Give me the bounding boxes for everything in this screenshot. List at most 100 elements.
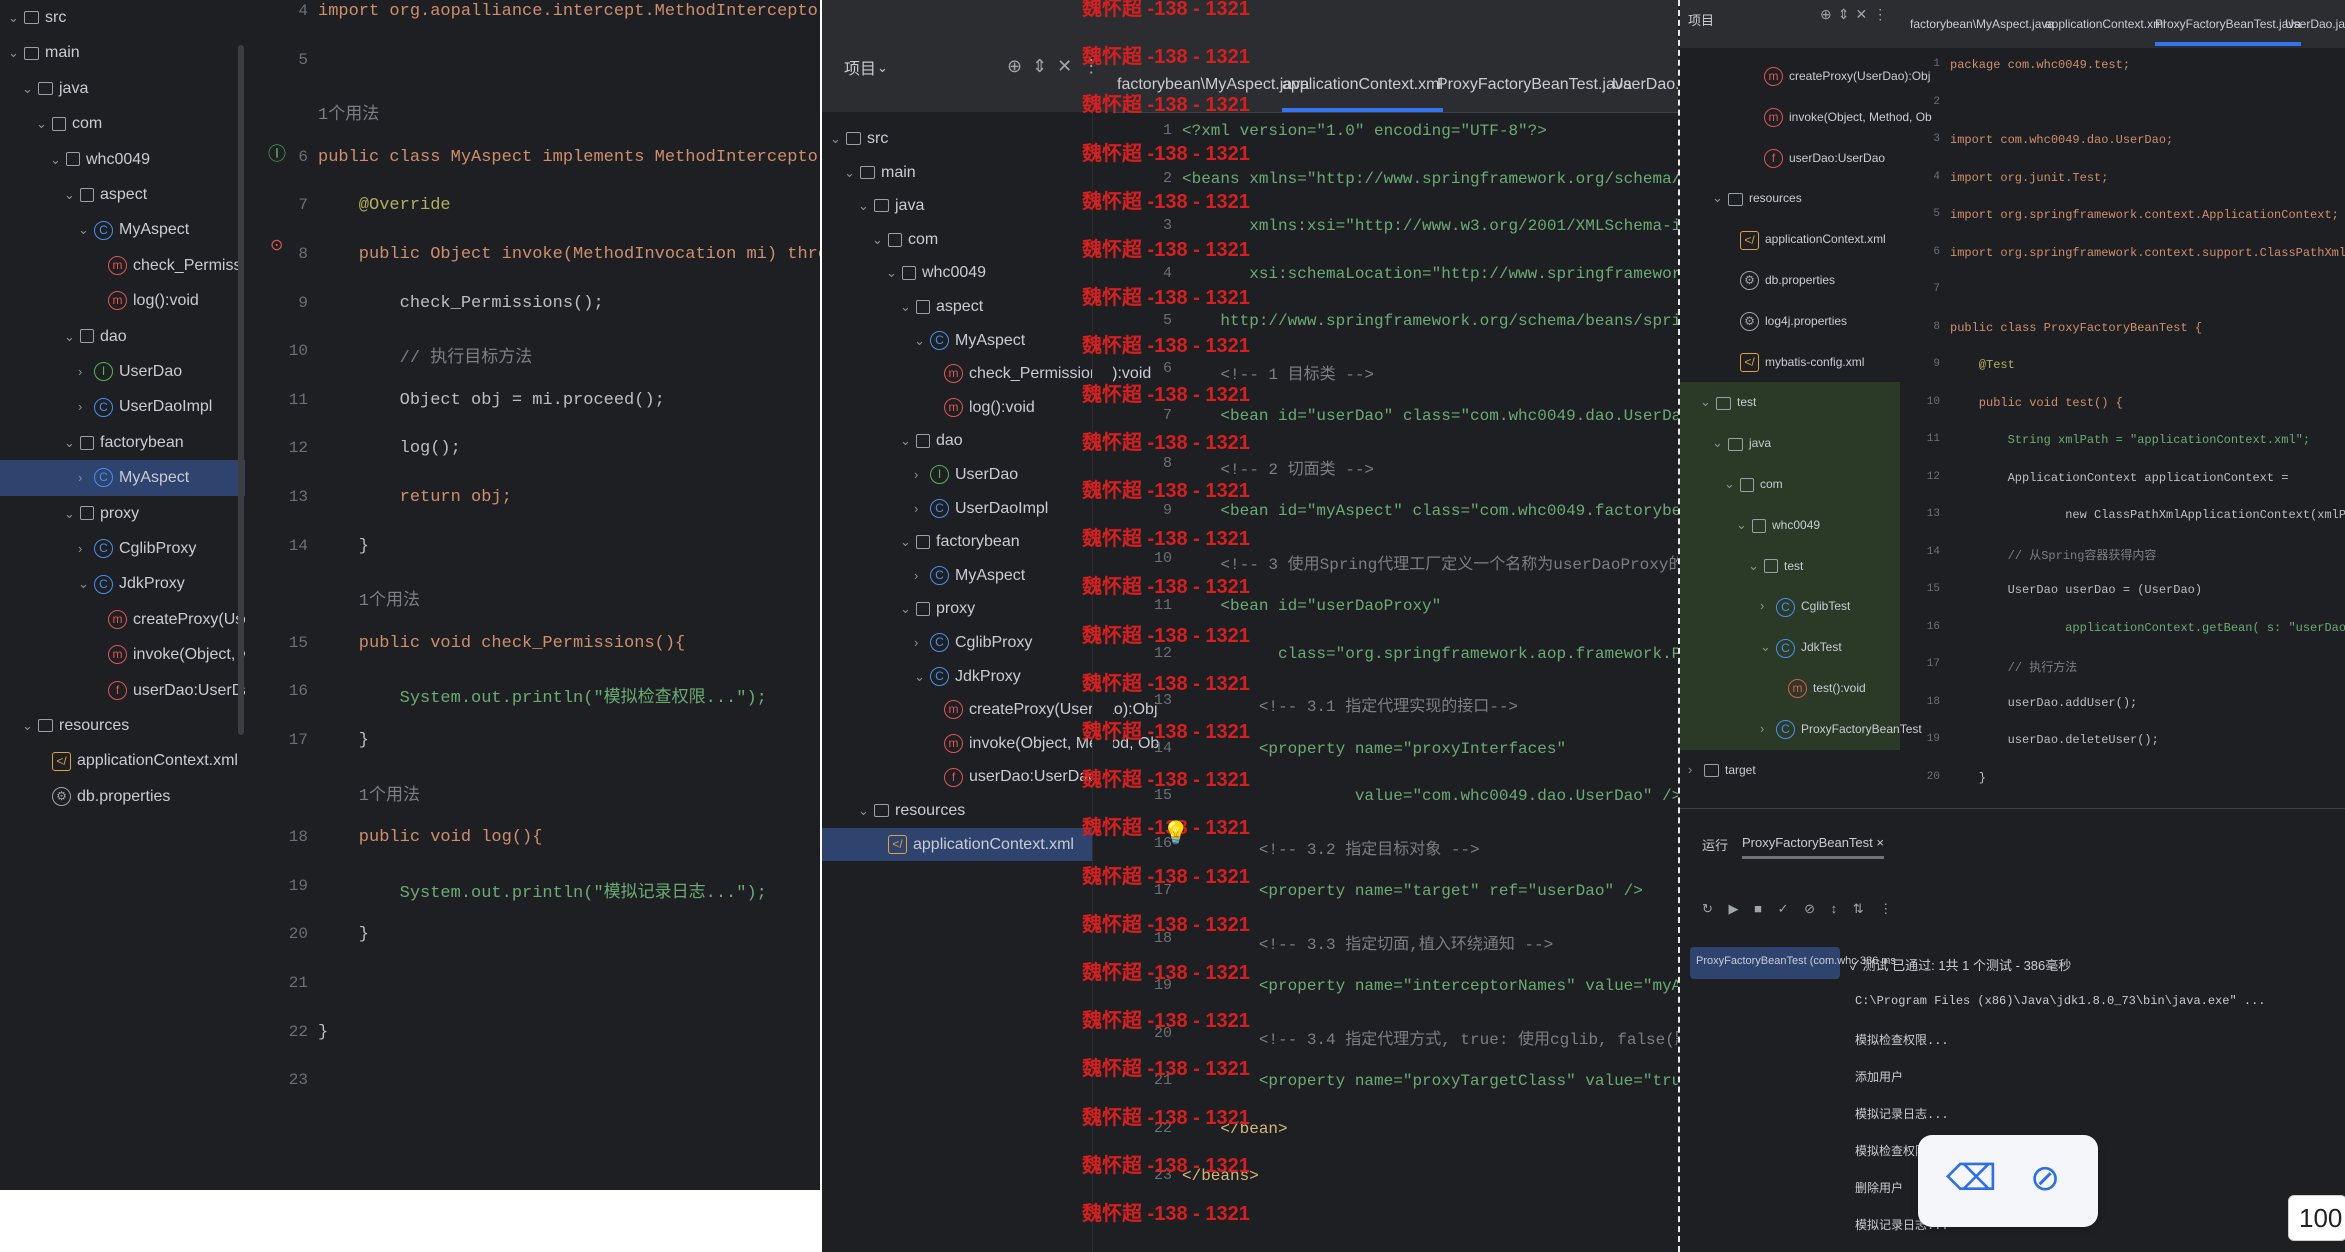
chevron-right-icon[interactable]: › bbox=[78, 531, 94, 566]
tree-item[interactable]: ⌄ aspect bbox=[0, 177, 245, 212]
tree-item[interactable]: ⌄ C MyAspect bbox=[822, 324, 1092, 358]
tree-item[interactable]: mcreateProxy(UserDao):Obj bbox=[822, 693, 1158, 727]
tree-item[interactable]: ⌄ com bbox=[0, 106, 245, 141]
tree-item[interactable]: f userDao:UserDao bbox=[822, 760, 1097, 794]
tree-toolbar-icons[interactable]: ⊕⇕✕⋮ bbox=[1820, 6, 1893, 23]
tree-item[interactable]: ⌄ resources bbox=[1680, 178, 1900, 219]
chevron-right-icon[interactable]: › bbox=[914, 492, 930, 526]
tree-item[interactable]: ⌄ com bbox=[1680, 464, 1900, 505]
tree-item[interactable]: ⌄ dao bbox=[0, 319, 245, 354]
project-view-label[interactable]: 项目 bbox=[1688, 10, 1714, 29]
chevron-right-icon[interactable]: › bbox=[78, 389, 94, 424]
tree-item[interactable]: ⌄ proxy bbox=[822, 592, 1092, 626]
chevron-down-icon[interactable]: ⌄ bbox=[64, 496, 80, 531]
editor-tab[interactable]: applicationContext.xml bbox=[1282, 58, 1443, 112]
tree-item[interactable]: ⌄ C MyAspect bbox=[0, 212, 245, 247]
tree-item[interactable]: m log():void bbox=[822, 391, 1092, 425]
chevron-down-icon[interactable]: ⌄ bbox=[1760, 627, 1776, 668]
hide-icon[interactable]: ⊘ bbox=[2030, 1157, 2060, 1199]
tree-item[interactable]: ⚙ log4j.properties bbox=[1680, 301, 1900, 342]
chevron-right-icon[interactable]: › bbox=[78, 460, 94, 495]
tree-item[interactable]: › C UserDaoImpl bbox=[822, 492, 1092, 526]
chevron-down-icon[interactable]: ⌄ bbox=[22, 71, 38, 106]
chevron-right-icon[interactable]: › bbox=[914, 626, 930, 660]
chevron-down-icon[interactable]: ⌄ bbox=[872, 223, 888, 257]
chevron-down-icon[interactable]: ⌄ bbox=[78, 212, 94, 247]
tree-item[interactable]: ⌄ com bbox=[822, 223, 1092, 257]
tree-item[interactable]: ⌄ resources bbox=[0, 708, 245, 743]
code-editor[interactable]: 1 package com.whc0049.test; 2 3 import com.w… bbox=[1905, 48, 2345, 822]
editor-tab[interactable]: UserDao.ja bbox=[2285, 6, 2345, 42]
test-tree-item[interactable]: ProxyFactoryBeanTest (com.whc 386 ms bbox=[1690, 947, 1896, 979]
tree-item[interactable]: › C MyAspect bbox=[822, 559, 1092, 593]
tree-item[interactable]: ⌄ src bbox=[0, 0, 245, 35]
editor-tab[interactable]: ProxyFactoryBeanTest.java bbox=[1437, 58, 1632, 112]
chevron-down-icon[interactable]: ⌄ bbox=[844, 156, 860, 190]
chevron-down-icon[interactable]: ⌄ bbox=[8, 35, 24, 70]
chevron-down-icon[interactable]: ⌄ bbox=[78, 566, 94, 601]
chevron-down-icon[interactable]: ⌄ bbox=[914, 660, 930, 694]
tree-item[interactable]: ⌄ C JdkProxy bbox=[0, 566, 245, 601]
project-view-label[interactable]: 项目 bbox=[844, 60, 876, 80]
editor-tab[interactable]: UserDao.ja bbox=[1612, 58, 1680, 112]
chevron-down-icon[interactable]: ⌄ bbox=[900, 424, 916, 458]
zoom-level[interactable]: 100 bbox=[2288, 1195, 2345, 1241]
chevron-down-icon[interactable]: ⌄ bbox=[1748, 546, 1764, 587]
tree-item[interactable]: ⌄ proxy bbox=[0, 496, 245, 531]
tree-item[interactable]: </ applicationContext.xml bbox=[822, 827, 1092, 862]
tree-item[interactable]: mcreateProxy(UserDao):Obj bbox=[1680, 56, 1930, 97]
tree-item[interactable]: </ applicationContext.xml bbox=[0, 743, 245, 778]
editor-tab[interactable]: factorybean\MyAspect.java bbox=[1910, 6, 2054, 42]
chevron-right-icon[interactable]: › bbox=[1760, 709, 1776, 750]
tree-item[interactable]: › I UserDao bbox=[822, 458, 1092, 492]
chevron-down-icon[interactable]: ⌄ bbox=[886, 256, 902, 290]
tree-item[interactable]: ⌄ aspect bbox=[822, 290, 1092, 324]
tree-item[interactable]: minvoke(Object, Method, Ob bbox=[0, 637, 245, 672]
run-tab[interactable]: ProxyFactoryBeanTest × bbox=[1742, 835, 1884, 859]
tree-item[interactable]: ⌄ factorybean bbox=[822, 525, 1092, 559]
tree-item[interactable]: m test():void bbox=[1680, 668, 1900, 709]
tree-item[interactable]: › I UserDao bbox=[0, 354, 245, 389]
tree-item[interactable]: minvoke(Object, Method, Ob bbox=[1680, 97, 1932, 138]
tree-item[interactable]: ⌄ whc0049 bbox=[822, 256, 1092, 290]
tree-item[interactable]: ⌄ C JdkTest bbox=[1680, 627, 1900, 668]
tree-item[interactable]: ⌄ main bbox=[0, 35, 245, 70]
tree-item[interactable]: ⌄ src bbox=[822, 122, 1092, 156]
tree-item[interactable]: › C MyAspect bbox=[0, 460, 245, 496]
tree-item[interactable]: ⌄ java bbox=[0, 71, 245, 106]
chevron-down-icon[interactable]: ⌄ bbox=[900, 592, 916, 626]
chevron-right-icon[interactable]: › bbox=[78, 354, 94, 389]
tree-item[interactable]: ⚙ db.properties bbox=[0, 779, 245, 814]
tree-item[interactable]: </ mybatis-config.xml bbox=[1680, 342, 1900, 383]
chevron-down-icon[interactable]: ⌄ bbox=[64, 425, 80, 460]
tree-item[interactable]: mcreateProxy(UserDao):Obj bbox=[0, 602, 245, 637]
chevron-down-icon[interactable]: ⌄ bbox=[877, 60, 888, 76]
tree-item[interactable]: › C CglibProxy bbox=[0, 531, 245, 566]
lightbulb-icon[interactable]: 💡 bbox=[1162, 820, 1189, 846]
code-editor[interactable]: 4 import org.aopalliance.intercept.Method… bbox=[289, 0, 820, 1190]
tree-item[interactable]: ⌄ main bbox=[822, 156, 1092, 190]
chevron-down-icon[interactable]: ⌄ bbox=[1712, 178, 1728, 219]
tree-item[interactable]: ⚙ db.properties bbox=[1680, 260, 1900, 301]
tree-item[interactable]: ⌄ java bbox=[822, 189, 1092, 223]
tree-item[interactable]: › target bbox=[1680, 750, 1900, 791]
tree-scrollbar[interactable] bbox=[238, 45, 244, 735]
edit-icon[interactable]: ⌫ bbox=[1946, 1157, 1997, 1199]
tree-item[interactable]: ⌄ java bbox=[1680, 423, 1900, 464]
tree-item[interactable]: › C ProxyFactoryBeanTest bbox=[1680, 708, 1922, 750]
chevron-down-icon[interactable]: ⌄ bbox=[1700, 382, 1716, 423]
tree-item[interactable]: f userDao:UserDao bbox=[1680, 138, 1900, 179]
chevron-right-icon[interactable]: › bbox=[1688, 750, 1704, 791]
run-toolbar[interactable]: ↻ ▶ ■ ✓ ⊘ ↕ ⇅ ⋮ bbox=[1702, 901, 1898, 917]
chevron-down-icon[interactable]: ⌄ bbox=[8, 0, 24, 35]
chevron-down-icon[interactable]: ⌄ bbox=[50, 142, 66, 177]
tree-item[interactable]: m log():void bbox=[0, 283, 245, 318]
tree-item[interactable]: mcheck_Permissions():void bbox=[822, 357, 1151, 391]
chevron-right-icon[interactable]: › bbox=[914, 458, 930, 492]
chevron-down-icon[interactable]: ⌄ bbox=[64, 319, 80, 354]
chevron-down-icon[interactable]: ⌄ bbox=[914, 324, 930, 358]
chevron-down-icon[interactable]: ⌄ bbox=[22, 708, 38, 743]
chevron-down-icon[interactable]: ⌄ bbox=[900, 525, 916, 559]
chevron-down-icon[interactable]: ⌄ bbox=[858, 189, 874, 223]
tree-item[interactable]: minvoke(Object, Method, Ob bbox=[822, 727, 1159, 761]
